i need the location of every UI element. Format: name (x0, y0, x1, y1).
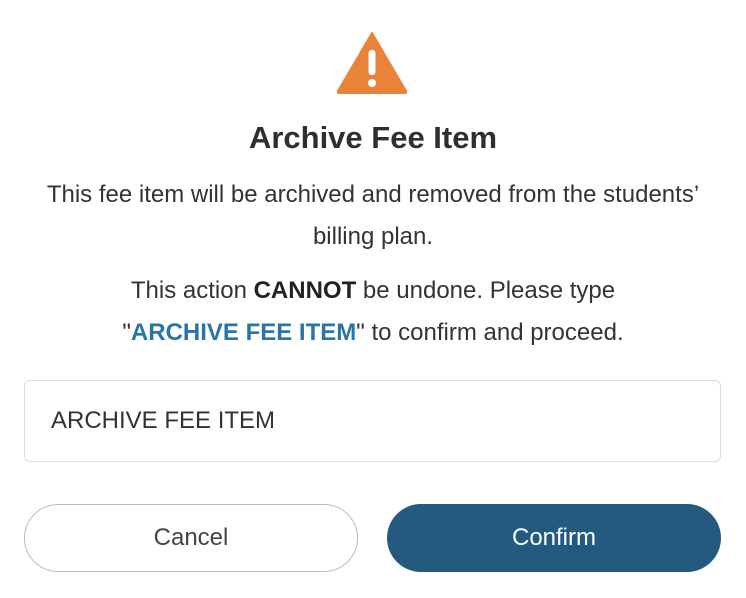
warning-triangle-icon (336, 32, 408, 94)
quote-open: " (122, 319, 131, 346)
warning-suffix: to confirm and proceed. (364, 319, 624, 346)
dialog-description: This fee item will be archived and remov… (46, 181, 700, 250)
archive-fee-dialog: Archive Fee Item This fee item will be a… (0, 0, 746, 598)
warning-prefix: This action (130, 277, 254, 304)
warning-emphasis: CANNOT (253, 277, 357, 304)
warning-middle: be undone. Please type (356, 277, 616, 304)
dialog-warning-text: This action CANNOT be undone. Please typ… (40, 270, 706, 354)
dialog-title: Archive Fee Item (248, 120, 498, 155)
cancel-button[interactable]: Cancel (24, 504, 358, 572)
confirmation-keyword: ARCHIVE FEE ITEM (130, 319, 357, 346)
confirmation-input[interactable] (24, 380, 721, 462)
quote-close: " (356, 319, 365, 346)
confirm-button[interactable]: Confirm (387, 504, 721, 572)
